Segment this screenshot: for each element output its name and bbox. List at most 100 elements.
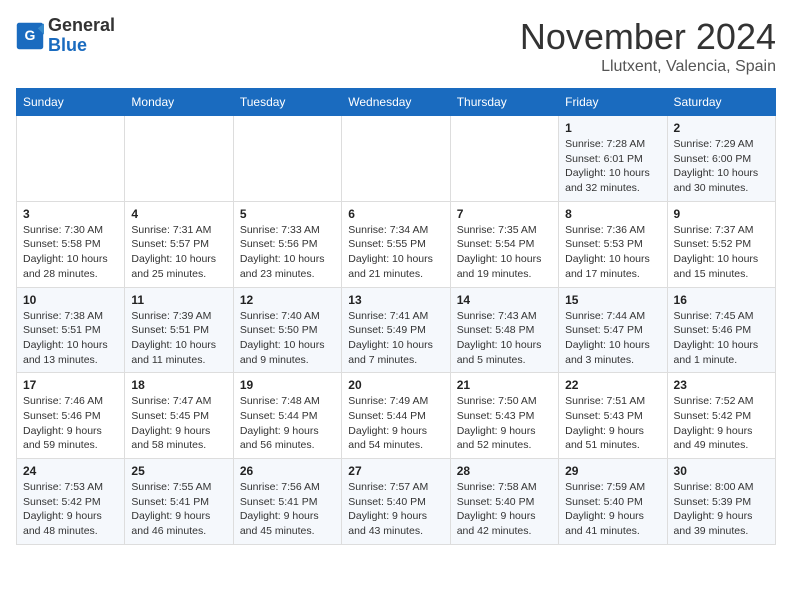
- day-number: 13: [348, 293, 443, 307]
- calendar-day-cell: [125, 116, 233, 202]
- weekday-header-cell: Thursday: [450, 89, 558, 116]
- day-number: 21: [457, 378, 552, 392]
- svg-text:G: G: [25, 27, 36, 43]
- calendar-day-cell: 20 Sunrise: 7:49 AMSunset: 5:44 PMDayligh…: [342, 373, 450, 459]
- day-number: 23: [674, 378, 769, 392]
- logo: G General Blue: [16, 16, 115, 56]
- day-info: Sunrise: 7:37 AMSunset: 5:52 PMDaylight:…: [674, 223, 769, 282]
- calendar-day-cell: 23Sunrise: 7:52 AMSunset: 5:42 PMDayligh…: [667, 373, 775, 459]
- day-number: 20: [348, 378, 443, 392]
- day-number: 16: [674, 293, 769, 307]
- calendar-week-row: 17Sunrise: 7:46 AMSunset: 5:46 PMDayligh…: [17, 373, 776, 459]
- location: Llutxent, Valencia, Spain: [520, 58, 776, 76]
- weekday-header-row: SundayMondayTuesdayWednesdayThursdayFrid…: [17, 89, 776, 116]
- logo-line2: Blue: [48, 35, 87, 55]
- calendar-day-cell: 19Sunrise: 7:48 AMSunset: 5:44 PMDayligh…: [233, 373, 341, 459]
- day-info: Sunrise: 7:47 AMSunset: 5:45 PMDaylight:…: [131, 394, 226, 453]
- day-info: Sunrise: 7:48 AMSunset: 5:44 PMDaylight:…: [240, 394, 335, 453]
- calendar-day-cell: 27 Sunrise: 7:57 AMSunset: 5:40 PMDayligh…: [342, 459, 450, 545]
- calendar-table: SundayMondayTuesdayWednesdayThursdayFrid…: [16, 88, 776, 545]
- weekday-header-cell: Saturday: [667, 89, 775, 116]
- day-info: Sunrise: 7:49 AMSunset: 5:44 PMDaylight:…: [348, 394, 443, 453]
- day-number: 8: [565, 207, 660, 221]
- day-info: Sunrise: 7:40 AMSunset: 5:50 PMDaylight:…: [240, 309, 335, 368]
- calendar-day-cell: [450, 116, 558, 202]
- calendar-day-cell: 13Sunrise: 7:41 AMSunset: 5:49 PMDayligh…: [342, 287, 450, 373]
- day-number: 3: [23, 207, 118, 221]
- calendar-day-cell: 11 Sunrise: 7:39 AMSunset: 5:51 PMDayligh…: [125, 287, 233, 373]
- day-number: 25: [131, 464, 226, 478]
- calendar-week-row: 10 Sunrise: 7:38 AMSunset: 5:51 PMDayligh…: [17, 287, 776, 373]
- day-number: 28: [457, 464, 552, 478]
- weekday-header-cell: Tuesday: [233, 89, 341, 116]
- day-number: 5: [240, 207, 335, 221]
- day-number: 22: [565, 378, 660, 392]
- calendar-day-cell: 6 Sunrise: 7:34 AMSunset: 5:55 PMDaylight…: [342, 201, 450, 287]
- calendar-day-cell: 10 Sunrise: 7:38 AMSunset: 5:51 PMDayligh…: [17, 287, 125, 373]
- calendar-day-cell: 17Sunrise: 7:46 AMSunset: 5:46 PMDayligh…: [17, 373, 125, 459]
- calendar-day-cell: 12 Sunrise: 7:40 AMSunset: 5:50 PMDayligh…: [233, 287, 341, 373]
- day-number: 10: [23, 293, 118, 307]
- calendar-day-cell: 1 Sunrise: 7:28 AMSunset: 6:01 PMDaylight…: [559, 116, 667, 202]
- day-info: Sunrise: 7:51 AMSunset: 5:43 PMDaylight:…: [565, 394, 660, 453]
- weekday-header-cell: Monday: [125, 89, 233, 116]
- calendar-day-cell: 8 Sunrise: 7:36 AMSunset: 5:53 PMDaylight…: [559, 201, 667, 287]
- calendar-day-cell: 30 Sunrise: 8:00 AMSunset: 5:39 PMDayligh…: [667, 459, 775, 545]
- day-number: 12: [240, 293, 335, 307]
- day-number: 24: [23, 464, 118, 478]
- calendar-day-cell: [17, 116, 125, 202]
- day-info: Sunrise: 7:28 AMSunset: 6:01 PMDaylight:…: [565, 137, 660, 196]
- logo-text: General Blue: [48, 16, 115, 56]
- calendar-day-cell: 18Sunrise: 7:47 AMSunset: 5:45 PMDayligh…: [125, 373, 233, 459]
- day-info: Sunrise: 7:56 AMSunset: 5:41 PMDaylight:…: [240, 480, 335, 539]
- day-info: Sunrise: 7:57 AMSunset: 5:40 PMDaylight:…: [348, 480, 443, 539]
- day-number: 29: [565, 464, 660, 478]
- day-info: Sunrise: 7:50 AMSunset: 5:43 PMDaylight:…: [457, 394, 552, 453]
- calendar-day-cell: 4 Sunrise: 7:31 AMSunset: 5:57 PMDaylight…: [125, 201, 233, 287]
- day-number: 4: [131, 207, 226, 221]
- day-info: Sunrise: 7:53 AMSunset: 5:42 PMDaylight:…: [23, 480, 118, 539]
- calendar-week-row: 24 Sunrise: 7:53 AMSunset: 5:42 PMDayligh…: [17, 459, 776, 545]
- day-info: Sunrise: 7:38 AMSunset: 5:51 PMDaylight:…: [23, 309, 118, 368]
- calendar-day-cell: 2Sunrise: 7:29 AMSunset: 6:00 PMDaylight…: [667, 116, 775, 202]
- calendar-day-cell: 28 Sunrise: 7:58 AMSunset: 5:40 PMDayligh…: [450, 459, 558, 545]
- day-info: Sunrise: 8:00 AMSunset: 5:39 PMDaylight:…: [674, 480, 769, 539]
- calendar-day-cell: 15 Sunrise: 7:44 AMSunset: 5:47 PMDayligh…: [559, 287, 667, 373]
- day-info: Sunrise: 7:31 AMSunset: 5:57 PMDaylight:…: [131, 223, 226, 282]
- calendar-day-cell: [233, 116, 341, 202]
- day-number: 27: [348, 464, 443, 478]
- weekday-header-cell: Friday: [559, 89, 667, 116]
- day-info: Sunrise: 7:36 AMSunset: 5:53 PMDaylight:…: [565, 223, 660, 282]
- day-info: Sunrise: 7:29 AMSunset: 6:00 PMDaylight:…: [674, 137, 769, 196]
- calendar-week-row: 3 Sunrise: 7:30 AMSunset: 5:58 PMDaylight…: [17, 201, 776, 287]
- calendar-day-cell: [342, 116, 450, 202]
- day-info: Sunrise: 7:43 AMSunset: 5:48 PMDaylight:…: [457, 309, 552, 368]
- calendar-day-cell: 7Sunrise: 7:35 AMSunset: 5:54 PMDaylight…: [450, 201, 558, 287]
- calendar-day-cell: 29 Sunrise: 7:59 AMSunset: 5:40 PMDayligh…: [559, 459, 667, 545]
- day-number: 11: [131, 293, 226, 307]
- day-info: Sunrise: 7:33 AMSunset: 5:56 PMDaylight:…: [240, 223, 335, 282]
- calendar-day-cell: 21 Sunrise: 7:50 AMSunset: 5:43 PMDayligh…: [450, 373, 558, 459]
- day-info: Sunrise: 7:46 AMSunset: 5:46 PMDaylight:…: [23, 394, 118, 453]
- day-number: 15: [565, 293, 660, 307]
- day-number: 7: [457, 207, 552, 221]
- day-info: Sunrise: 7:30 AMSunset: 5:58 PMDaylight:…: [23, 223, 118, 282]
- day-info: Sunrise: 7:45 AMSunset: 5:46 PMDaylight:…: [674, 309, 769, 368]
- day-number: 30: [674, 464, 769, 478]
- day-info: Sunrise: 7:34 AMSunset: 5:55 PMDaylight:…: [348, 223, 443, 282]
- day-info: Sunrise: 7:39 AMSunset: 5:51 PMDaylight:…: [131, 309, 226, 368]
- day-info: Sunrise: 7:58 AMSunset: 5:40 PMDaylight:…: [457, 480, 552, 539]
- day-number: 14: [457, 293, 552, 307]
- page-header: G General Blue November 2024 Llutxent, V…: [16, 16, 776, 76]
- day-info: Sunrise: 7:55 AMSunset: 5:41 PMDaylight:…: [131, 480, 226, 539]
- day-number: 6: [348, 207, 443, 221]
- calendar-day-cell: 25 Sunrise: 7:55 AMSunset: 5:41 PMDayligh…: [125, 459, 233, 545]
- day-info: Sunrise: 7:59 AMSunset: 5:40 PMDaylight:…: [565, 480, 660, 539]
- calendar-day-cell: 9Sunrise: 7:37 AMSunset: 5:52 PMDaylight…: [667, 201, 775, 287]
- day-number: 26: [240, 464, 335, 478]
- day-number: 1: [565, 121, 660, 135]
- day-info: Sunrise: 7:44 AMSunset: 5:47 PMDaylight:…: [565, 309, 660, 368]
- calendar-body: 1 Sunrise: 7:28 AMSunset: 6:01 PMDaylight…: [17, 116, 776, 545]
- calendar-day-cell: 22 Sunrise: 7:51 AMSunset: 5:43 PMDayligh…: [559, 373, 667, 459]
- calendar-day-cell: 5 Sunrise: 7:33 AMSunset: 5:56 PMDaylight…: [233, 201, 341, 287]
